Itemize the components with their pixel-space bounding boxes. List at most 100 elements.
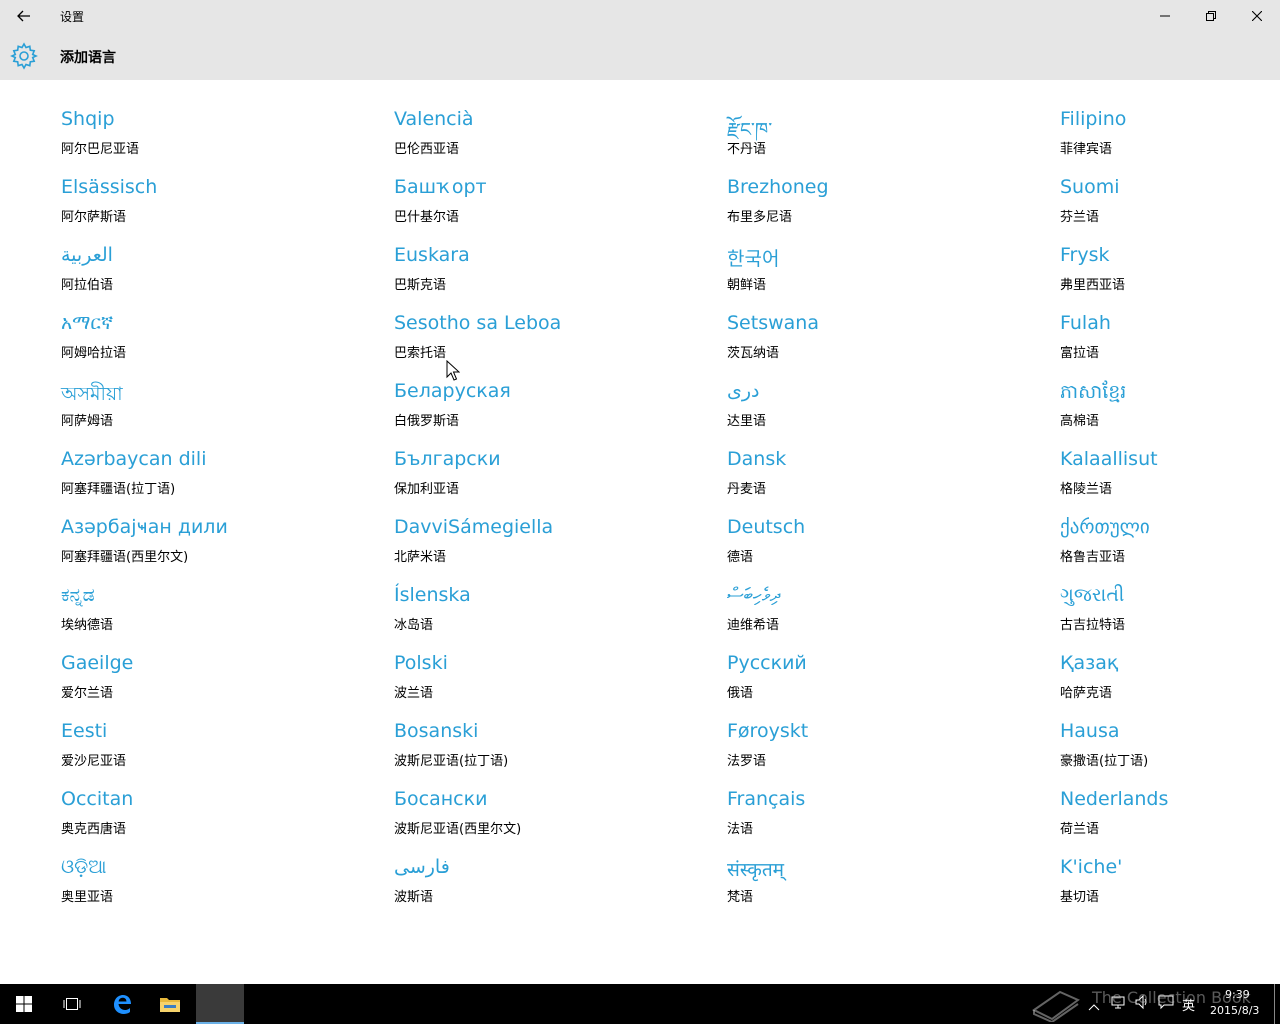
language-item[interactable]: ދިވެހިބަސް 迪维希语: [727, 584, 1047, 646]
language-chinese-name: 波斯语: [394, 890, 434, 905]
language-native-name: فارسى: [394, 856, 450, 878]
language-item[interactable]: Nederlands 荷兰语: [1060, 788, 1270, 850]
show-desktop-button[interactable]: [1274, 984, 1275, 1024]
language-native-name: Euskara: [394, 244, 470, 266]
language-native-name: Íslenska: [394, 584, 471, 606]
language-native-name: ಕನ್ನಡ: [61, 584, 95, 606]
language-item[interactable]: Íslenska 冰岛语: [394, 584, 714, 646]
language-item[interactable]: DavviSámegiella 北萨米语: [394, 516, 714, 578]
language-item[interactable]: Suomi 芬兰语: [1060, 176, 1270, 238]
language-item[interactable]: Bosanski 波斯尼亚语(拉丁语): [394, 720, 714, 782]
language-chinese-name: 法罗语: [727, 754, 767, 769]
language-native-name: Sesotho sa Leboa: [394, 312, 562, 334]
language-item[interactable]: Frysk 弗里西亚语: [1060, 244, 1270, 306]
file-explorer-button[interactable]: [146, 984, 194, 1024]
language-item[interactable]: རྫོང་ཁ་ 不丹语: [727, 108, 1047, 170]
language-item[interactable]: Sesotho sa Leboa 巴索托语: [394, 312, 714, 374]
language-chinese-name: 迪维希语: [727, 618, 780, 633]
window-title: 设置: [60, 10, 85, 24]
language-item[interactable]: Azərbaycan dili 阿塞拜疆语(拉丁语): [61, 448, 381, 510]
language-chinese-name: 冰岛语: [394, 618, 434, 633]
language-chinese-name: 高棉语: [1060, 414, 1100, 429]
language-item[interactable]: Азәрбајҹан дили 阿塞拜疆语(西里尔文): [61, 516, 381, 578]
back-button[interactable]: [0, 0, 48, 32]
language-item[interactable]: Filipino 菲律宾语: [1060, 108, 1270, 170]
language-item[interactable]: Български 保加利亚语: [394, 448, 714, 510]
language-chinese-name: 波兰语: [394, 686, 434, 701]
start-button[interactable]: [0, 984, 48, 1024]
language-chinese-name: 德语: [727, 550, 754, 565]
language-item[interactable]: Shqip 阿尔巴尼亚语: [61, 108, 381, 170]
settings-taskbar-button[interactable]: [196, 984, 244, 1024]
restore-icon: [1206, 11, 1216, 21]
language-native-name: ગુજરાતી: [1060, 584, 1125, 606]
language-item[interactable]: K'iche' 基切语: [1060, 856, 1270, 918]
language-item[interactable]: ગુજરાતી 古吉拉特语: [1060, 584, 1270, 646]
language-native-name: Башҡорт: [394, 176, 487, 198]
language-item[interactable]: Kalaallisut 格陵兰语: [1060, 448, 1270, 510]
language-native-name: DavviSámegiella: [394, 516, 554, 538]
close-button[interactable]: [1234, 0, 1280, 32]
language-chinese-name: 俄语: [727, 686, 754, 701]
language-item[interactable]: Français 法语: [727, 788, 1047, 850]
language-item[interactable]: Polski 波兰语: [394, 652, 714, 714]
language-chinese-name: 波斯尼亚语(西里尔文): [394, 822, 522, 837]
language-item[interactable]: Башҡорт 巴什基尔语: [394, 176, 714, 238]
language-native-name: Bosanski: [394, 720, 479, 742]
language-chinese-name: 朝鲜语: [727, 278, 767, 293]
language-chinese-name: 北萨米语: [394, 550, 447, 565]
language-chinese-name: 巴索托语: [394, 346, 447, 361]
language-native-name: Brezhoneg: [727, 176, 829, 198]
language-item[interactable]: Føroyskt 法罗语: [727, 720, 1047, 782]
language-item[interactable]: Euskara 巴斯克语: [394, 244, 714, 306]
language-item[interactable]: অসমীয়া 阿萨姆语: [61, 380, 381, 442]
language-item[interactable]: Deutsch 德语: [727, 516, 1047, 578]
language-native-name: درى: [727, 380, 760, 402]
language-item[interactable]: ភាសាខ្មែរ 高棉语: [1060, 380, 1270, 442]
language-chinese-name: 爱尔兰语: [61, 686, 114, 701]
minimize-button[interactable]: [1142, 0, 1188, 32]
language-chinese-name: 富拉语: [1060, 346, 1100, 361]
language-item[interactable]: Elsässisch 阿尔萨斯语: [61, 176, 381, 238]
language-item[interactable]: Gaeilge 爱尔兰语: [61, 652, 381, 714]
language-item[interactable]: Brezhoneg 布里多尼语: [727, 176, 1047, 238]
language-chinese-name: 不丹语: [727, 142, 767, 157]
language-item[interactable]: Setswana 茨瓦纳语: [727, 312, 1047, 374]
language-item[interactable]: Қазақ 哈萨克语: [1060, 652, 1270, 714]
language-item[interactable]: संस्कृतम् 梵语: [727, 856, 1047, 918]
language-item[interactable]: ଓଡ଼ିଆ 奥里亚语: [61, 856, 381, 918]
language-item[interactable]: 한국어 朝鲜语: [727, 244, 1047, 306]
language-item[interactable]: درى 达里语: [727, 380, 1047, 442]
language-chinese-name: 芬兰语: [1060, 210, 1100, 225]
language-item[interactable]: አማርኛ 阿姆哈拉语: [61, 312, 381, 374]
language-item[interactable]: Hausa 豪撒语(拉丁语): [1060, 720, 1270, 782]
language-item[interactable]: فارسى 波斯语: [394, 856, 714, 918]
language-native-name: संस्कृतम्: [727, 859, 785, 881]
language-native-name: ދިވެހިބަސް: [727, 584, 781, 606]
language-chinese-name: 法语: [727, 822, 754, 837]
language-item[interactable]: Русский 俄语: [727, 652, 1047, 714]
language-item[interactable]: العربية 阿拉伯语: [61, 244, 381, 306]
language-chinese-name: 布里多尼语: [727, 210, 793, 225]
language-item[interactable]: ქართული 格鲁吉亚语: [1060, 516, 1270, 578]
language-chinese-name: 爱沙尼亚语: [61, 754, 127, 769]
language-native-name: ଓଡ଼ିଆ: [61, 856, 107, 878]
task-view-button[interactable]: [48, 984, 96, 1024]
language-native-name: Gaeilge: [61, 652, 134, 674]
language-item[interactable]: Dansk 丹麦语: [727, 448, 1047, 510]
restore-button[interactable]: [1188, 0, 1234, 32]
language-item[interactable]: ಕನ್ನಡ 埃纳德语: [61, 584, 381, 646]
language-native-name: Føroyskt: [727, 720, 809, 742]
mouse-cursor-icon: [446, 360, 460, 381]
gear-icon[interactable]: [10, 42, 38, 70]
language-chinese-name: 达里语: [727, 414, 767, 429]
language-item[interactable]: Беларуская 白俄罗斯语: [394, 380, 714, 442]
edge-browser-button[interactable]: [98, 984, 146, 1024]
language-item[interactable]: Occitan 奥克西唐语: [61, 788, 381, 850]
language-chinese-name: 格鲁吉亚语: [1060, 550, 1126, 565]
back-arrow-icon: [17, 10, 30, 22]
language-item[interactable]: Eesti 爱沙尼亚语: [61, 720, 381, 782]
language-item[interactable]: Valencià 巴伦西亚语: [394, 108, 714, 170]
language-item[interactable]: Босански 波斯尼亚语(西里尔文): [394, 788, 714, 850]
language-item[interactable]: Fulah 富拉语: [1060, 312, 1270, 374]
